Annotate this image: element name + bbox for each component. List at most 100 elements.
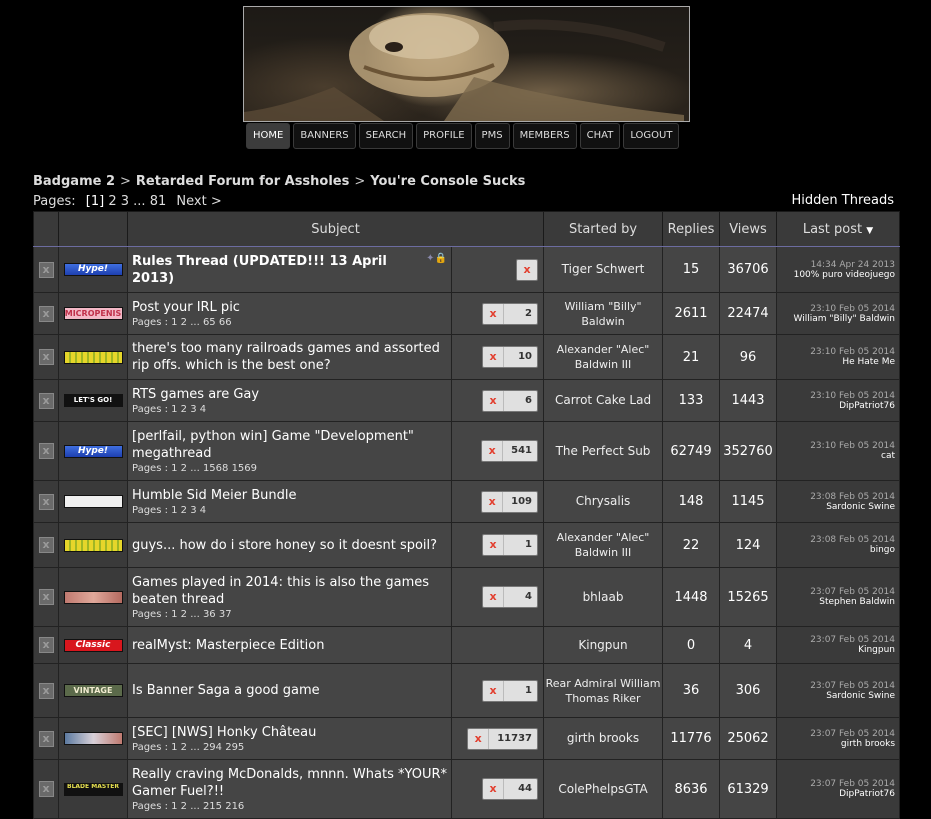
unread-count[interactable]: 11737 bbox=[489, 729, 537, 749]
hide-thread-button[interactable]: x bbox=[38, 537, 54, 553]
thread-title-link[interactable]: Is Banner Saga a good game bbox=[132, 682, 447, 699]
mark-read-icon[interactable]: x bbox=[482, 491, 504, 512]
last-post-cell[interactable]: 23:10 Feb 05 2014 William "Billy" Baldwin bbox=[776, 292, 901, 335]
hide-thread-button[interactable]: x bbox=[38, 781, 54, 797]
last-post-user[interactable]: 100% puro videojuego bbox=[777, 270, 895, 280]
mark-read-icon[interactable]: x bbox=[483, 390, 505, 411]
last-post-user[interactable]: DipPatriot76 bbox=[777, 401, 895, 411]
header-subject[interactable]: Subject bbox=[126, 211, 545, 247]
last-post-user[interactable]: Sardonic Swine bbox=[777, 502, 895, 512]
table-row[interactable]: x Hype! [perlfail, python win] Game "Dev… bbox=[33, 421, 901, 481]
unread-count[interactable]: 10 bbox=[504, 347, 537, 367]
page-link-last[interactable]: 81 bbox=[150, 194, 167, 209]
thread-author[interactable]: Rear Admiral William Thomas Riker bbox=[543, 663, 664, 718]
thread-author[interactable]: Tiger Schwert bbox=[543, 246, 664, 293]
page-link-2[interactable]: 2 bbox=[108, 194, 116, 209]
breadcrumb-link-badgame[interactable]: Badgame 2 bbox=[33, 174, 115, 189]
hide-thread-button[interactable]: x bbox=[38, 349, 54, 365]
last-post-time[interactable]: 23:10 Feb 05 2014 bbox=[777, 441, 895, 451]
table-row[interactable]: x [SEC] [NWS] Honky Château Pages : 1 2 .… bbox=[33, 717, 901, 760]
unread-badge[interactable]: x 10 bbox=[482, 346, 539, 368]
unread-count[interactable]: 541 bbox=[503, 441, 537, 461]
thread-pages[interactable]: Pages : 1 2 3 4 bbox=[132, 505, 447, 516]
unread-badge[interactable]: x 11737 bbox=[467, 727, 539, 750]
last-post-user[interactable]: girth brooks bbox=[777, 739, 895, 749]
hide-thread-button[interactable]: x bbox=[38, 589, 54, 605]
thread-author[interactable]: Chrysalis bbox=[543, 480, 664, 523]
last-post-cell[interactable]: 23:08 Feb 05 2014 Sardonic Swine bbox=[776, 480, 901, 523]
nav-chat-button[interactable]: Chat bbox=[579, 123, 621, 149]
hide-thread-button[interactable]: x bbox=[38, 261, 54, 278]
last-post-user[interactable]: DipPatriot76 bbox=[777, 789, 895, 799]
thread-title-link[interactable]: there's too many railroads games and ass… bbox=[132, 340, 447, 374]
last-post-time[interactable]: 23:08 Feb 05 2014 bbox=[777, 492, 895, 502]
unread-badge[interactable]: x1 bbox=[482, 679, 539, 702]
last-post-time[interactable]: 23:10 Feb 05 2014 bbox=[777, 347, 895, 357]
last-post-time[interactable]: 23:07 Feb 05 2014 bbox=[777, 635, 895, 645]
unread-count[interactable]: 6 bbox=[504, 391, 537, 411]
hide-thread-button[interactable]: x bbox=[38, 392, 54, 409]
table-row[interactable]: x there's too many railroads games and a… bbox=[33, 334, 901, 380]
thread-pages[interactable]: Pages : 1 2 ... 294 295 bbox=[132, 742, 447, 753]
mark-read-icon[interactable]: x bbox=[482, 441, 504, 461]
nav-search-button[interactable]: Search bbox=[358, 123, 414, 149]
thread-title-link[interactable]: Rules Thread (UPDATED!!! 13 April 2013) bbox=[132, 253, 447, 287]
last-post-cell[interactable]: 23:10 Feb 05 2014 He Hate Me bbox=[776, 334, 901, 380]
thread-author[interactable]: girth brooks bbox=[543, 717, 664, 760]
last-post-cell[interactable]: 23:10 Feb 05 2014 DipPatriot76 bbox=[776, 379, 901, 422]
table-row[interactable]: x VINTAGE Is Banner Saga a good game x1 … bbox=[33, 663, 901, 718]
last-post-cell[interactable]: 23:07 Feb 05 2014 girth brooks bbox=[776, 717, 901, 760]
last-post-user[interactable]: bingo bbox=[777, 545, 895, 555]
unread-count[interactable]: 1 bbox=[504, 681, 537, 701]
last-post-time[interactable]: 23:07 Feb 05 2014 bbox=[777, 587, 895, 597]
mark-read-icon[interactable]: x bbox=[468, 728, 490, 749]
table-row[interactable]: x Humble Sid Meier Bundle Pages : 1 2 3 4… bbox=[33, 480, 901, 523]
mark-read-icon[interactable]: x bbox=[517, 260, 537, 280]
last-post-user[interactable]: William "Billy" Baldwin bbox=[777, 314, 895, 324]
unread-badge[interactable]: x1 bbox=[482, 534, 539, 556]
thread-pages[interactable]: Pages : 1 2 3 4 bbox=[132, 404, 447, 415]
thread-pages[interactable]: Pages : 1 2 ... 1568 1569 bbox=[132, 463, 447, 474]
last-post-time[interactable]: 23:07 Feb 05 2014 bbox=[777, 729, 895, 739]
last-post-time[interactable]: 23:10 Feb 05 2014 bbox=[777, 391, 895, 401]
thread-title-link[interactable]: Games played in 2014: this is also the g… bbox=[132, 574, 447, 608]
table-row[interactable]: x Games played in 2014: this is also the… bbox=[33, 567, 901, 627]
last-post-time[interactable]: 23:07 Feb 05 2014 bbox=[777, 779, 895, 789]
last-post-time[interactable]: 14:34 Apr 24 2013 bbox=[777, 260, 895, 270]
unread-badge[interactable]: x bbox=[516, 258, 539, 281]
thread-author[interactable]: Kingpun bbox=[543, 626, 664, 664]
thread-author[interactable]: Alexander "Alec" Baldwin III bbox=[543, 334, 664, 380]
thread-pages[interactable]: Pages : 1 2 ... 36 37 bbox=[132, 609, 447, 620]
thread-author[interactable]: ColePhelpsGTA bbox=[543, 759, 664, 819]
nav-pms-button[interactable]: PMs bbox=[474, 123, 510, 149]
thread-title-link[interactable]: Post your IRL pic bbox=[132, 299, 447, 316]
forum-banner-image[interactable] bbox=[243, 6, 690, 122]
nav-banners-button[interactable]: Banners bbox=[293, 123, 356, 149]
hide-thread-button[interactable]: x bbox=[38, 637, 54, 653]
thread-title-link[interactable]: RTS games are Gay bbox=[132, 386, 447, 403]
thread-pages[interactable]: Pages : 1 2 ... 65 66 bbox=[132, 317, 447, 328]
thread-author[interactable]: bhlaab bbox=[543, 567, 664, 627]
hide-thread-button[interactable]: x bbox=[38, 443, 54, 459]
next-page-link[interactable]: Next > bbox=[176, 194, 221, 209]
thread-pages[interactable]: Pages : 1 2 ... 215 216 bbox=[132, 801, 447, 812]
mark-read-icon[interactable]: x bbox=[483, 680, 505, 701]
thread-author[interactable]: Alexander "Alec" Baldwin III bbox=[543, 522, 664, 568]
header-last-post[interactable]: Last post ▼ bbox=[776, 211, 901, 247]
last-post-user[interactable]: He Hate Me bbox=[777, 357, 895, 367]
thread-title-link[interactable]: Humble Sid Meier Bundle bbox=[132, 487, 447, 504]
hide-thread-button[interactable]: x bbox=[38, 682, 54, 699]
mark-read-icon[interactable]: x bbox=[483, 535, 505, 555]
unread-badge[interactable]: x6 bbox=[482, 389, 539, 412]
last-post-cell[interactable]: 23:07 Feb 05 2014 DipPatriot76 bbox=[776, 759, 901, 819]
last-post-cell[interactable]: 14:34 Apr 24 2013 100% puro videojuego bbox=[776, 246, 901, 293]
nav-home-button[interactable]: Home bbox=[246, 123, 291, 149]
unread-count[interactable]: 4 bbox=[504, 587, 537, 607]
thread-author[interactable]: Carrot Cake Lad bbox=[543, 379, 664, 422]
last-post-cell[interactable]: 23:10 Feb 05 2014 cat bbox=[776, 421, 901, 481]
table-row[interactable]: x Hype! ✦🔒 Rules Thread (UPDATED!!! 13 Ap… bbox=[33, 246, 901, 293]
last-post-user[interactable]: Stephen Baldwin bbox=[777, 597, 895, 607]
header-started-by[interactable]: Started by bbox=[543, 211, 664, 247]
thread-author[interactable]: The Perfect Sub bbox=[543, 421, 664, 481]
hide-thread-button[interactable]: x bbox=[38, 730, 54, 747]
